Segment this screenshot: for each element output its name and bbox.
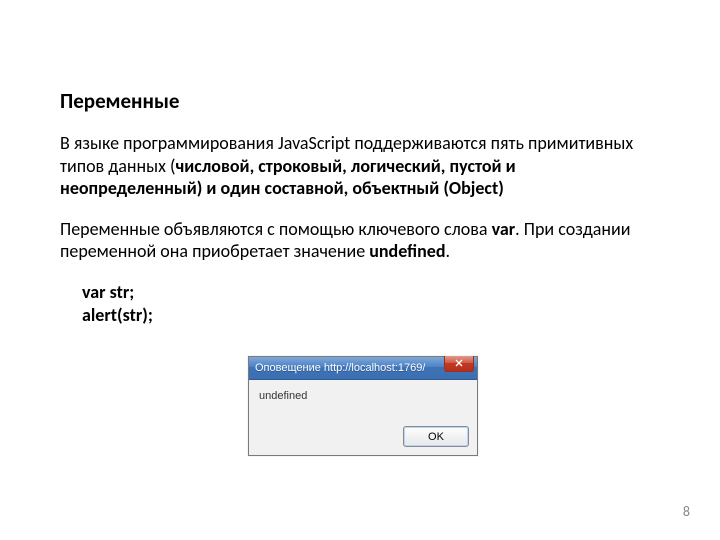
code-line-1: var str; [82,281,660,304]
close-icon [455,358,463,370]
dialog-title-bar: Оповещение http://localhost:1769/ [249,357,477,380]
paragraph-types: В языке программирования JavaScript подд… [60,132,660,200]
code-line-2: alert(str); [82,304,660,327]
dialog-message: undefined [259,390,307,402]
page-number: 8 [683,503,690,520]
paragraph-var: Переменные объявляются с помощью ключево… [60,218,660,263]
alert-dialog: Оповещение http://localhost:1769/ undefi… [248,356,478,456]
para2-text1: Переменные объявляются с помощью ключево… [60,218,492,240]
close-button[interactable] [444,356,474,372]
ok-button[interactable]: OK [403,426,469,447]
dialog-body: undefined [249,380,477,422]
dialog-title-text: Оповещение http://localhost:1769/ [255,362,425,374]
code-block: var str; alert(str); [82,281,660,328]
para2-text3: . [446,240,451,262]
para2-var-keyword: var [492,218,516,240]
para2-undefined: undefined [369,240,445,262]
heading-variables: Переменные [60,88,660,114]
slide: Переменные В языке программирования Java… [0,0,720,540]
dialog-window: Оповещение http://localhost:1769/ undefi… [248,356,478,456]
dialog-button-row: OK [249,422,477,455]
